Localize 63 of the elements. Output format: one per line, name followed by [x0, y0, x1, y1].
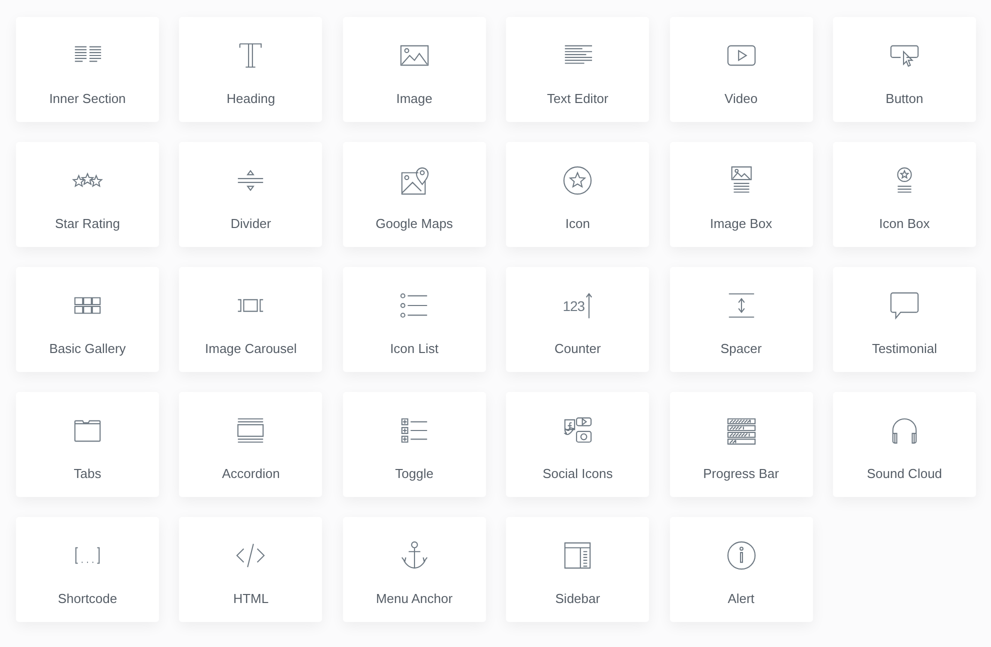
widget-card[interactable]: 123 Counter — [506, 267, 650, 372]
widget-label: Divider — [230, 216, 272, 231]
widget-label: Image Carousel — [205, 341, 297, 356]
widget-card[interactable]: Menu Anchor — [342, 517, 486, 622]
widget-card[interactable]: Image Carousel — [179, 267, 322, 372]
widget-card[interactable]: Shortcode — [16, 517, 159, 622]
widget-card[interactable]: Spacer — [670, 267, 813, 372]
widget-card[interactable]: Google Maps — [342, 142, 486, 247]
widget-label: Tabs — [74, 466, 102, 481]
widget-label: Text Editor — [546, 91, 608, 106]
widget-card[interactable]: Button — [832, 17, 976, 122]
widget-label: Accordion — [222, 466, 280, 481]
widget-card[interactable]: Icon — [506, 142, 650, 247]
widget-label: Video — [724, 91, 758, 106]
widget-card[interactable]: Social Icons — [506, 392, 650, 497]
widget-card[interactable]: Tabs — [16, 392, 159, 497]
widget-card[interactable]: Inner Section — [16, 17, 159, 122]
widget-label: Button — [886, 91, 924, 106]
widget-label: Spacer — [720, 341, 762, 356]
widget-card[interactable]: Sidebar — [506, 517, 650, 622]
widget-label: Inner Section — [49, 91, 126, 106]
widget-label: Toggle — [395, 466, 434, 481]
info-icon — [726, 540, 757, 571]
sidebar-layout-icon — [562, 540, 594, 571]
widget-card[interactable]: Heading — [179, 17, 322, 122]
widget-card[interactable]: Toggle — [342, 392, 486, 497]
widget-card[interactable]: Sound Cloud — [832, 392, 976, 497]
anchor-icon — [398, 540, 430, 571]
widget-label: Counter — [554, 341, 601, 356]
widget-label: Basic Gallery — [49, 341, 126, 356]
widget-label: Social Icons — [542, 466, 613, 481]
widget-card[interactable]: Accordion — [179, 392, 322, 497]
widget-label: HTML — [233, 591, 269, 606]
widget-label: Star Rating — [54, 216, 120, 231]
widget-card[interactable]: Progress Bar — [670, 392, 813, 497]
widget-card[interactable]: Video — [670, 17, 813, 122]
map-pin-icon — [398, 165, 430, 196]
widget-label: Image Box — [710, 216, 772, 231]
widget-card[interactable]: Alert — [670, 517, 813, 622]
widget-label: Icon Box — [879, 216, 930, 231]
widget-card[interactable]: Divider — [179, 142, 322, 247]
widget-label: Sidebar — [555, 591, 600, 606]
widget-label: Menu Anchor — [376, 591, 453, 606]
widget-label: Alert — [728, 591, 754, 606]
widget-label: Shortcode — [58, 591, 118, 606]
widget-card[interactable]: Star Rating — [16, 142, 159, 247]
widget-label: Heading — [226, 91, 276, 106]
widget-card[interactable]: HTML — [179, 517, 322, 622]
widget-card[interactable]: Icon List — [342, 267, 486, 372]
speech-bubble-icon — [888, 290, 920, 321]
widget-label: Testimonial — [872, 341, 937, 356]
widget-card[interactable]: Text Editor — [506, 17, 650, 122]
widget-card[interactable]: Testimonial — [832, 267, 976, 372]
widget-label: Sound Cloud — [866, 466, 942, 481]
widget-label: Progress Bar — [703, 466, 779, 481]
widget-card[interactable]: Icon Box — [832, 142, 976, 247]
widget-label: Image — [396, 91, 432, 106]
widget-card[interactable]: Basic Gallery — [16, 267, 159, 372]
widget-label: Icon — [565, 216, 590, 231]
widget-card[interactable]: Image — [342, 17, 486, 122]
widget-card[interactable]: Image Box — [670, 142, 813, 247]
widget-label: Google Maps — [376, 216, 453, 231]
widget-label: Icon List — [390, 341, 438, 356]
